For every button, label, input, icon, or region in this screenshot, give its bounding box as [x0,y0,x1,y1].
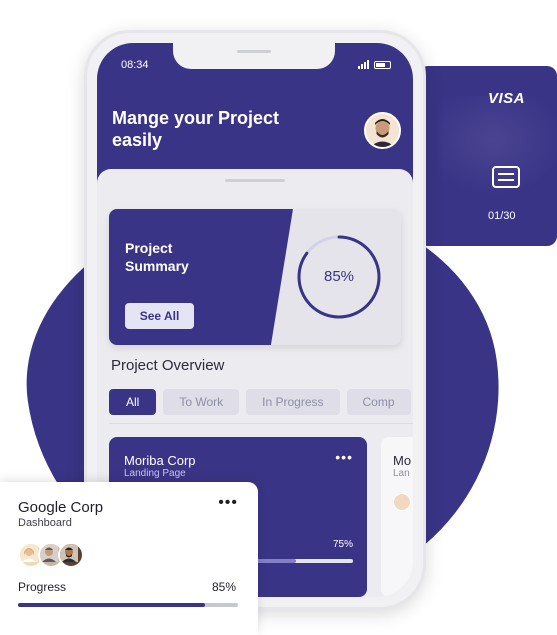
status-icons [358,60,391,69]
project-subtitle: Dashboard [18,517,72,529]
avatar [58,542,84,568]
project-title: Mo [393,453,412,468]
credit-card: VISA 01/30 [418,66,557,246]
project-title: Google Corp [18,499,104,516]
visa-logo: VISA [487,90,525,107]
see-all-button[interactable]: See All [125,303,194,329]
user-avatar[interactable] [364,112,401,149]
overview-title: Project Overview [111,357,225,374]
status-time: 08:34 [121,59,149,71]
more-options-icon[interactable]: ••• [335,449,353,465]
signal-icon [358,60,369,69]
summary-title: Project Summary [125,240,189,274]
team-avatars [18,542,84,568]
sheet-handle[interactable] [225,179,285,182]
progress-fill [18,603,205,607]
tab-in-progress[interactable]: In Progress [246,389,340,415]
project-subtitle: Lan [393,468,410,479]
world-map-decoration [438,96,557,206]
tab-completed[interactable]: Comp [346,389,411,415]
progress-bar [18,603,238,607]
progress-label: Progress [18,580,67,594]
tab-all[interactable]: All [109,389,157,415]
phone-notch [173,43,335,69]
divider [109,423,413,424]
project-percent: 75% [332,539,353,550]
summary-percent: 85% [323,268,355,285]
project-card[interactable]: Mo Lan [381,437,413,597]
avatar [393,493,411,511]
card-expiry: 01/30 [488,210,516,222]
page-title: Mange your Project easily [112,108,280,150]
tab-to-work[interactable]: To Work [163,389,240,415]
filter-tabs: All To Work In Progress Comp [109,389,411,415]
progress-percent: 85% [211,580,236,594]
more-options-icon[interactable]: ••• [218,494,238,512]
project-title: Moriba Corp [124,453,196,468]
chip-icon [492,166,520,188]
google-project-card[interactable]: Google Corp Dashboard ••• Progress 85% [0,482,258,635]
battery-icon [374,60,391,69]
project-subtitle: Landing Page [124,468,186,479]
project-summary-card: Project Summary See All 85% [109,209,401,345]
